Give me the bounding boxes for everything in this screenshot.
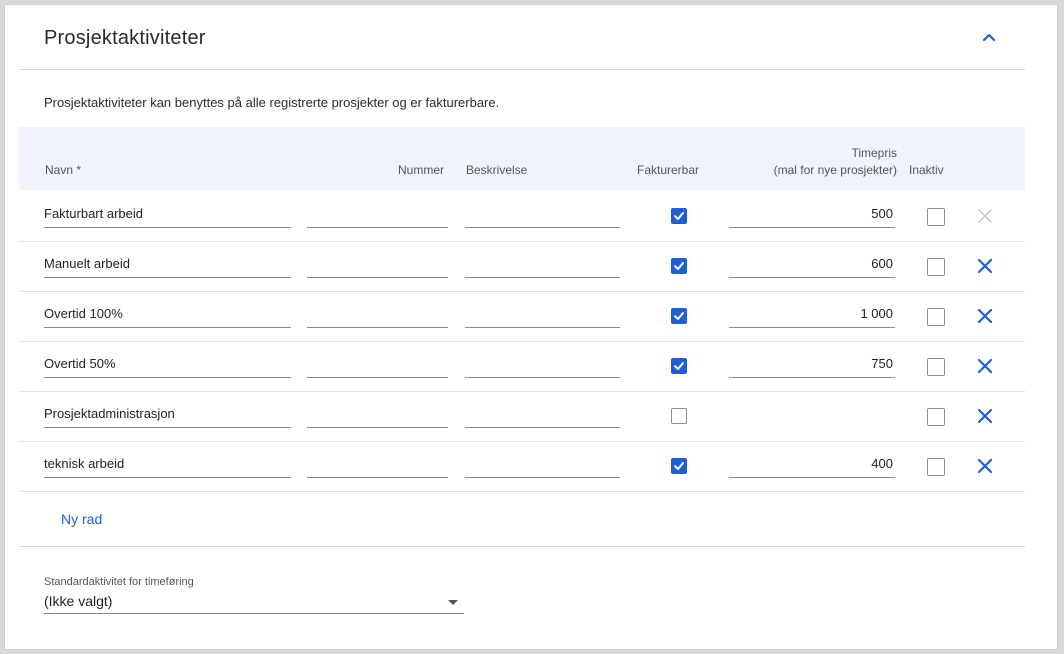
fakturerbar-checkbox[interactable] — [671, 308, 687, 324]
beskrivelse-input[interactable] — [465, 301, 620, 328]
header-divider — [19, 69, 1025, 70]
navn-input[interactable]: Overtid 50% — [44, 351, 291, 378]
delete-row-button[interactable] — [976, 307, 994, 325]
section-description: Prosjektaktiviteter kan benyttes på alle… — [44, 95, 500, 110]
navn-value: Overtid 100% — [44, 306, 123, 321]
checkmark-icon — [674, 362, 684, 370]
table-row: Prosjektadministrasjon — [19, 391, 1025, 442]
fakturerbar-checkbox[interactable] — [671, 208, 687, 224]
checkmark-icon — [674, 262, 684, 270]
navn-value: Manuelt arbeid — [44, 256, 130, 271]
checkmark-icon — [674, 462, 684, 470]
inaktiv-checkbox[interactable] — [927, 358, 945, 376]
fakturerbar-checkbox[interactable] — [671, 258, 687, 274]
navn-input[interactable]: Manuelt arbeid — [44, 251, 291, 278]
timepris-value: 500 — [871, 206, 893, 221]
delete-row-button[interactable] — [976, 257, 994, 275]
table-row: Fakturbart arbeid 500 — [19, 191, 1025, 242]
inaktiv-checkbox[interactable] — [927, 308, 945, 326]
close-icon — [977, 458, 993, 474]
nummer-input[interactable] — [307, 301, 448, 328]
timepris-input[interactable]: 500 — [729, 201, 895, 228]
checkmark-icon — [674, 212, 684, 220]
timepris-value: 600 — [871, 256, 893, 271]
close-icon — [978, 209, 992, 223]
table-header: Navn * Nummer Beskrivelse Fakturerbar Ti… — [19, 127, 1025, 190]
section-title: Prosjektaktiviteter — [44, 27, 206, 49]
timepris-input[interactable]: 1 000 — [729, 301, 895, 328]
close-icon — [977, 308, 993, 324]
column-header-fakturerbar: Fakturerbar — [637, 163, 700, 177]
navn-input[interactable]: Fakturbart arbeid — [44, 201, 291, 228]
table-row: Overtid 50% 750 — [19, 341, 1025, 392]
column-header-timepris: Timepris — [851, 146, 897, 160]
default-activity-label: Standardaktivitet for timeføring — [44, 576, 194, 588]
footer-divider — [19, 546, 1025, 547]
inaktiv-checkbox[interactable] — [927, 458, 945, 476]
table-row: Overtid 100% 1 000 — [19, 291, 1025, 342]
beskrivelse-input[interactable] — [465, 451, 620, 478]
timepris-value: 750 — [871, 356, 893, 371]
table-row: Manuelt arbeid 600 — [19, 241, 1025, 292]
navn-value: teknisk arbeid — [44, 456, 125, 471]
beskrivelse-input[interactable] — [465, 201, 620, 228]
navn-value: Fakturbart arbeid — [44, 206, 143, 221]
delete-row-button[interactable] — [976, 357, 994, 375]
nummer-input[interactable] — [307, 451, 448, 478]
close-icon — [977, 358, 993, 374]
beskrivelse-input[interactable] — [465, 401, 620, 428]
column-header-inaktiv: Inaktiv — [909, 163, 944, 177]
inaktiv-checkbox[interactable] — [927, 258, 945, 276]
table-row: teknisk arbeid 400 — [19, 441, 1025, 492]
navn-value: Prosjektadministrasjon — [44, 406, 175, 421]
timepris-input[interactable]: 600 — [729, 251, 895, 278]
default-activity-value: (Ikke valgt) — [44, 593, 113, 609]
delete-row-button[interactable] — [976, 457, 994, 475]
beskrivelse-input[interactable] — [465, 251, 620, 278]
timepris-value: 400 — [871, 456, 893, 471]
column-header-nummer: Nummer — [398, 163, 445, 177]
nummer-input[interactable] — [307, 351, 448, 378]
delete-row-button[interactable] — [976, 407, 994, 425]
inaktiv-checkbox[interactable] — [927, 208, 945, 226]
default-activity-select[interactable]: (Ikke valgt) — [44, 591, 464, 614]
fakturerbar-checkbox[interactable] — [671, 358, 687, 374]
column-header-navn: Navn * — [45, 163, 82, 177]
beskrivelse-input[interactable] — [465, 351, 620, 378]
fakturerbar-checkbox[interactable] — [671, 408, 687, 424]
close-icon — [977, 408, 993, 424]
section-header[interactable]: Prosjektaktiviteter — [5, 5, 1057, 69]
add-row-button[interactable]: Ny rad — [61, 511, 102, 527]
timepris-input[interactable]: 400 — [729, 451, 895, 478]
nummer-input[interactable] — [307, 401, 448, 428]
fakturerbar-checkbox[interactable] — [671, 458, 687, 474]
checkmark-icon — [674, 312, 684, 320]
nummer-input[interactable] — [307, 251, 448, 278]
navn-input[interactable]: Overtid 100% — [44, 301, 291, 328]
inaktiv-checkbox[interactable] — [927, 408, 945, 426]
navn-value: Overtid 50% — [44, 356, 116, 371]
navn-input[interactable]: Prosjektadministrasjon — [44, 401, 291, 428]
timepris-value: 1 000 — [860, 306, 893, 321]
navn-input[interactable]: teknisk arbeid — [44, 451, 291, 478]
close-icon — [977, 258, 993, 274]
nummer-input[interactable] — [307, 201, 448, 228]
project-activities-panel: Prosjektaktiviteter Prosjektaktiviteter … — [4, 4, 1058, 650]
collapse-button[interactable] — [977, 25, 1001, 49]
delete-row-button — [976, 207, 994, 225]
column-header-beskrivelse: Beskrivelse — [466, 163, 528, 177]
column-header-timepris-note: (mal for nye prosjekter) — [773, 163, 897, 177]
chevron-up-icon — [982, 33, 996, 42]
caret-down-icon — [448, 600, 458, 605]
timepris-input[interactable]: 750 — [729, 351, 895, 378]
